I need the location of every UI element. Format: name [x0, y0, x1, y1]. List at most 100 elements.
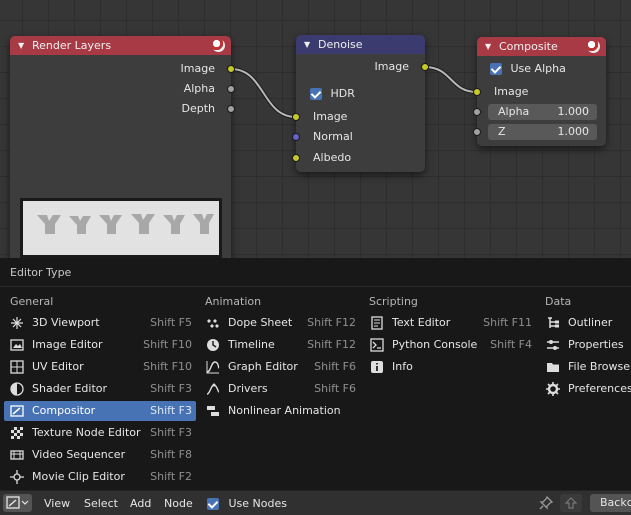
composite-input-image-socket[interactable] [473, 88, 481, 96]
uv-editor-icon [10, 360, 24, 374]
collapse-arrow-icon[interactable]: ▼ [304, 35, 310, 54]
menu-item-preferences[interactable]: Preferences [540, 379, 631, 399]
texture-node-editor-icon [11, 427, 23, 439]
composite-input-alpha-socket[interactable] [473, 108, 481, 116]
menu-item-text-editor[interactable]: Text Editor Shift F11 [364, 313, 536, 333]
render-preview-thumbnail [20, 198, 222, 258]
output-alpha-label: Alpha [183, 82, 215, 95]
alpha-field-value: 1.000 [557, 105, 590, 118]
dope-sheet-icon [207, 319, 219, 328]
compositor-icon [10, 405, 24, 417]
graph-editor-icon [206, 361, 220, 374]
menu-item-shortcut: Shift F4 [490, 338, 532, 351]
render-layers-title: Render Layers [32, 39, 112, 52]
denoise-output-image-socket[interactable] [421, 63, 429, 71]
denoise-input-albedo-socket[interactable] [292, 154, 300, 162]
shader-editor-icon [10, 382, 24, 396]
menu-item-properties[interactable]: Properties [540, 335, 631, 355]
menu-item-texture-node-editor[interactable]: Texture Node Editor Shift F3 [4, 423, 196, 443]
editor-type-title: Editor Type [10, 266, 72, 279]
use-alpha-checkbox-row[interactable]: Use Alpha [490, 61, 566, 77]
composite-title: Composite [499, 40, 558, 53]
editor-type-menu: Editor Type General Animation Scripting … [0, 258, 631, 490]
timeline-icon [207, 339, 219, 351]
composite-input-z-socket[interactable] [473, 128, 481, 136]
menu-item-3d-viewport[interactable]: 3D Viewport Shift F5 [4, 313, 196, 333]
z-field-label: Z [498, 125, 506, 138]
collapse-arrow-icon[interactable]: ▼ [18, 36, 24, 55]
menu-item-uv-editor[interactable]: UV Editor Shift F10 [4, 357, 196, 377]
menu-item-dope-sheet[interactable]: Dope Sheet Shift F12 [200, 313, 360, 333]
menu-item-label: Drivers [228, 382, 268, 395]
menu-item-info[interactable]: Info [364, 357, 536, 377]
denoise-input-normal-socket[interactable] [292, 133, 300, 141]
folder-icon [547, 363, 559, 372]
hdr-checkbox-row[interactable]: HDR [310, 86, 355, 102]
denoise-input-albedo-label: Albedo [313, 151, 352, 164]
collapse-arrow-icon[interactable]: ▼ [485, 37, 491, 56]
menu-item-shortcut: Shift F2 [150, 470, 192, 483]
menu-item-label: Preferences [568, 382, 631, 395]
properties-icon [547, 340, 559, 350]
view-menu[interactable]: View [44, 495, 70, 512]
menu-item-video-sequencer[interactable]: Video Sequencer Shift F8 [4, 445, 196, 465]
nonlinear-animation-icon [207, 406, 219, 416]
menu-item-shader-editor[interactable]: Shader Editor Shift F3 [4, 379, 196, 399]
render-preview-sphere-icon [587, 40, 600, 53]
video-sequencer-icon [10, 450, 24, 460]
menu-item-movie-clip-editor[interactable]: Movie Clip Editor Shift F2 [4, 467, 196, 487]
menu-item-drivers[interactable]: Drivers Shift F6 [200, 379, 360, 399]
alpha-field[interactable]: Alpha 1.000 [488, 104, 597, 120]
menu-item-graph-editor[interactable]: Graph Editor Shift F6 [200, 357, 360, 377]
3d-viewport-icon [11, 317, 23, 329]
menu-item-label: Text Editor [392, 316, 451, 329]
menu-item-shortcut: Shift F3 [150, 404, 192, 417]
menu-item-python-console[interactable]: Python Console Shift F4 [364, 335, 536, 355]
output-depth-socket[interactable] [227, 105, 235, 113]
add-menu[interactable]: Add [130, 495, 151, 512]
denoise-header[interactable]: ▼ Denoise [296, 35, 425, 54]
outliner-icon [548, 317, 559, 328]
output-alpha-socket[interactable] [227, 85, 235, 93]
pin-icon[interactable] [538, 495, 554, 511]
output-image-socket[interactable] [227, 65, 235, 73]
menu-item-label: Texture Node Editor [32, 426, 141, 439]
menu-item-timeline[interactable]: Timeline Shift F12 [200, 335, 360, 355]
backdrop-button[interactable]: Backd [590, 494, 631, 512]
menu-item-file-browser[interactable]: File Browser [540, 357, 631, 377]
editor-type-button[interactable] [3, 494, 32, 512]
select-menu[interactable]: Select [84, 495, 118, 512]
menu-item-label: Nonlinear Animation [228, 404, 341, 417]
animation-heading: Animation [205, 295, 262, 308]
general-heading: General [10, 295, 54, 308]
drivers-icon [206, 383, 220, 395]
menu-item-label: Shader Editor [32, 382, 108, 395]
denoise-output-image-label: Image [374, 60, 409, 73]
render-layers-header[interactable]: ▼ Render Layers [10, 36, 231, 55]
compositor-icon [6, 496, 29, 509]
menu-item-outliner[interactable]: Outliner [540, 313, 631, 333]
node-menu[interactable]: Node [164, 495, 193, 512]
parent-node-tree-button[interactable] [560, 494, 582, 512]
use-alpha-checkbox[interactable] [490, 63, 502, 75]
composite-header[interactable]: ▼ Composite [477, 37, 606, 56]
use-nodes-toggle[interactable]: Use Nodes [207, 495, 287, 512]
node-editor-canvas[interactable]: ▼ Render Layers Image Alpha Depth ▼ Deno… [0, 0, 631, 260]
z-field-value: 1.000 [557, 125, 590, 138]
composite-node[interactable]: ▼ Composite Use Alpha Image Alpha 1.000 … [473, 37, 606, 146]
denoise-title: Denoise [318, 38, 363, 51]
menu-item-shortcut: Shift F5 [150, 316, 192, 329]
menu-item-compositor[interactable]: Compositor Shift F3 [4, 401, 196, 421]
use-nodes-checkbox[interactable] [207, 498, 219, 510]
menu-item-nonlinear-animation[interactable]: Nonlinear Animation [200, 401, 360, 421]
menu-item-label: Outliner [568, 316, 613, 329]
denoise-input-image-socket[interactable] [292, 113, 300, 121]
menu-item-label: UV Editor [32, 360, 84, 373]
menu-item-label: Dope Sheet [228, 316, 293, 329]
menu-item-shortcut: Shift F3 [150, 382, 192, 395]
denoise-node[interactable]: ▼ Denoise Image HDR Image Normal Albedo [292, 35, 429, 172]
hdr-checkbox[interactable] [310, 88, 322, 100]
z-field[interactable]: Z 1.000 [488, 124, 597, 140]
menu-item-image-editor[interactable]: Image Editor Shift F10 [4, 335, 196, 355]
backdrop-label: Backd [600, 496, 631, 509]
